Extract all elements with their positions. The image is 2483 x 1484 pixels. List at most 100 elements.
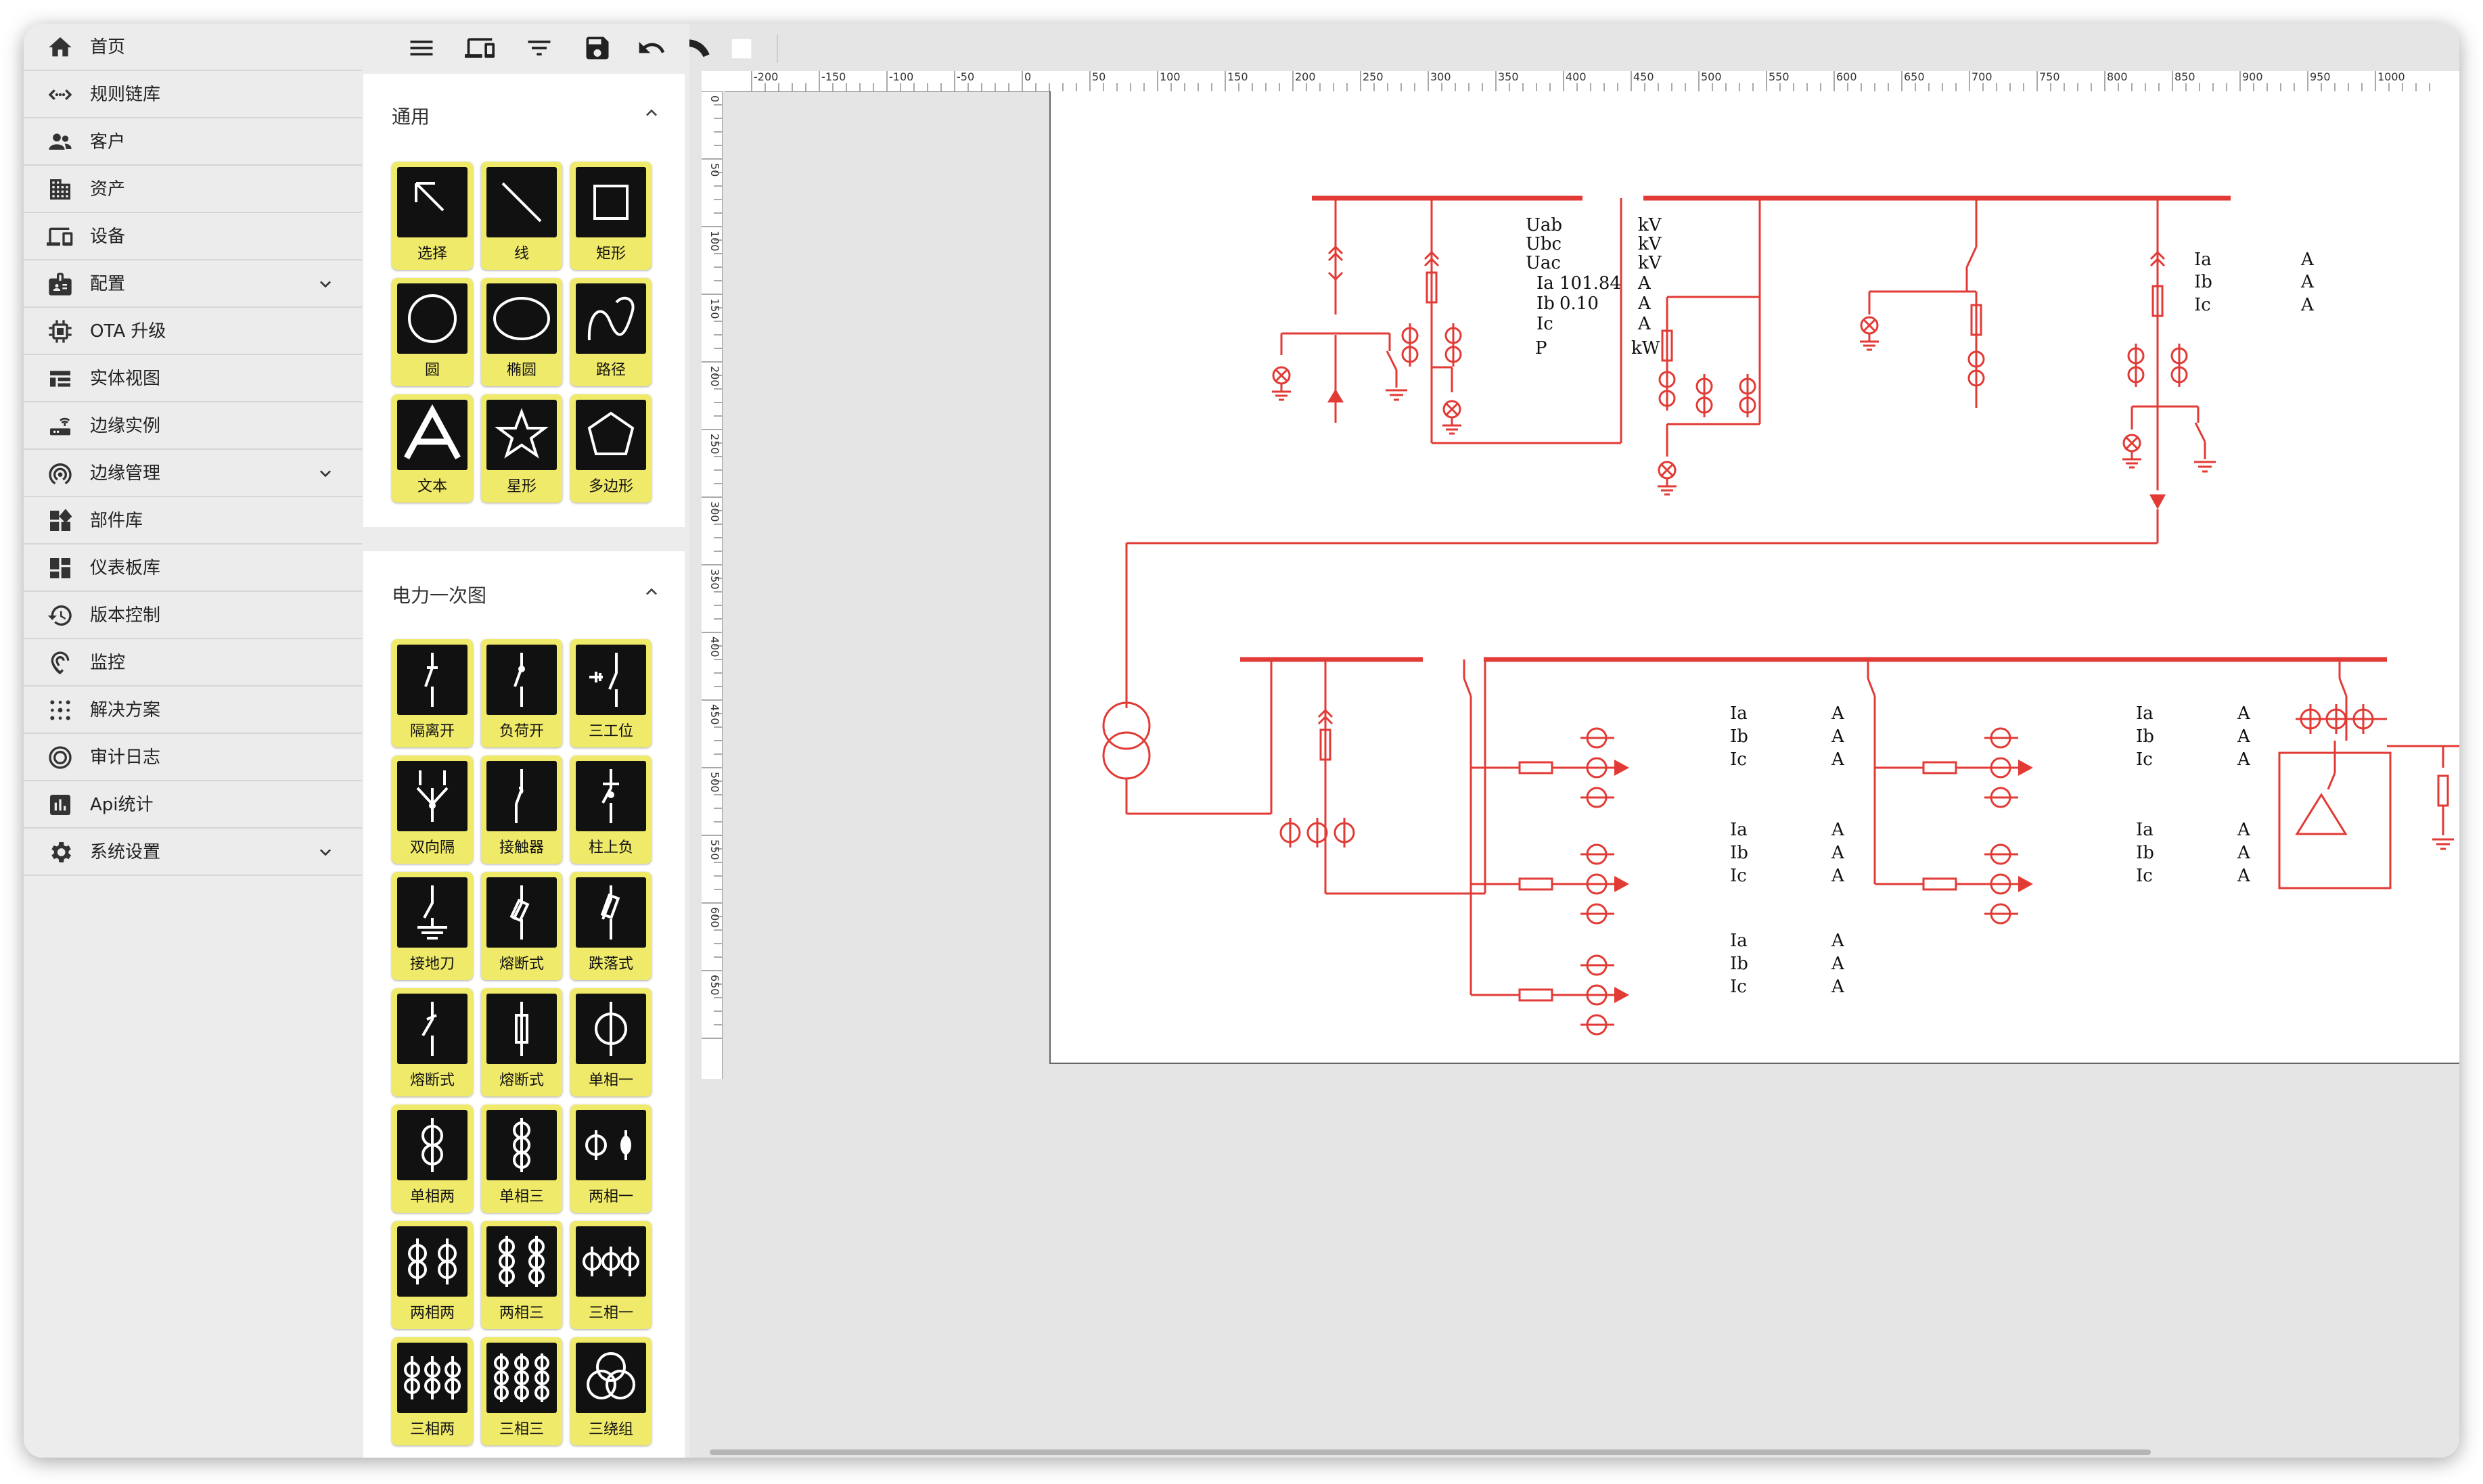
tool-contactor[interactable]: 接触器: [481, 756, 562, 864]
filter-icon[interactable]: [524, 33, 554, 63]
tool-two-phase-two-ct[interactable]: 两相两: [392, 1221, 473, 1329]
sidebar-item-12[interactable]: 仪表板库: [24, 544, 362, 592]
sidebar-item-6[interactable]: 配置: [24, 260, 362, 308]
three-phase-three-ct-icon: [494, 1353, 549, 1402]
tool-two-phase-three-ct[interactable]: 两相三: [481, 1221, 562, 1329]
undo-icon[interactable]: [637, 33, 666, 63]
bidirectional-isolator-icon: [416, 770, 449, 822]
feeder-unit: A: [2237, 843, 2251, 863]
ruler-tick-label: 300: [708, 501, 721, 522]
sidebar-item-11[interactable]: 部件库: [24, 497, 362, 544]
sidebar-item-3[interactable]: 客户: [24, 118, 362, 166]
feeder-unit: A: [2237, 820, 2251, 840]
tool-line[interactable]: 线: [481, 162, 562, 270]
tool-path[interactable]: 路径: [570, 278, 652, 386]
tool-polygon[interactable]: 多边形: [570, 394, 652, 503]
meter-unit: A: [1637, 273, 1651, 294]
sidebar-item-label: 系统设置: [90, 842, 161, 862]
tool-three-phase-three-ct[interactable]: 三相三: [481, 1337, 562, 1445]
tool-select-arrow[interactable]: 选择: [392, 162, 473, 270]
tool-rectangle[interactable]: 矩形: [570, 162, 652, 270]
tool-two-phase-one-ct[interactable]: 两相一: [570, 1105, 652, 1213]
ruler-tick-label: 200: [1295, 71, 1316, 83]
three-phase-one-ct-icon: [583, 1247, 639, 1276]
tool-circle[interactable]: 圆: [392, 278, 473, 386]
tool-load-switch[interactable]: 负荷开: [481, 639, 562, 747]
tool-label: 负荷开: [499, 723, 544, 740]
ruler-tick-label: 150: [1227, 71, 1248, 83]
tool-three-phase-two-ct[interactable]: 三相两: [392, 1337, 473, 1445]
sidebar-item-10[interactable]: 边缘管理: [24, 450, 362, 497]
tool-earthing-switch[interactable]: 接地刀: [392, 872, 473, 980]
canvas-scrollbar[interactable]: [710, 1450, 2151, 1455]
sidebar-item-14[interactable]: 监控: [24, 639, 362, 687]
tool-three-winding-transformer[interactable]: 三绕组: [570, 1337, 652, 1445]
ruler-tick-label: 250: [1363, 71, 1384, 83]
canvas-area[interactable]: -200 -150 -100 -50 0 50 100 150 200 250 300 350 400 4…: [689, 24, 2459, 1458]
sidebar-item-15[interactable]: 解决方案: [24, 687, 362, 734]
section-title-general: 通用: [392, 106, 430, 128]
tool-drop-out-fuse[interactable]: 跌落式: [570, 872, 652, 980]
sidebar-item-4[interactable]: 资产: [24, 166, 362, 213]
meter-unit: kW: [1631, 338, 1660, 358]
tool-three-position[interactable]: 三工位: [570, 639, 652, 747]
sidebar-item-2[interactable]: 规则链库: [24, 71, 362, 118]
tool-label: 接触器: [499, 839, 544, 856]
feeder-label: Ic: [2136, 749, 2153, 770]
sidebar-item-9[interactable]: 边缘实例: [24, 402, 362, 450]
tool-icon-box: [576, 877, 646, 948]
sidebar-item-1[interactable]: 首页: [24, 24, 362, 71]
tool-pole-load-switch[interactable]: 柱上负: [570, 756, 652, 864]
sidebar-item-17[interactable]: Api统计: [24, 781, 362, 829]
star-icon: [495, 408, 549, 459]
sidebar-item-13[interactable]: 版本控制: [24, 592, 362, 639]
ruler-tick-label: 900: [2242, 71, 2263, 83]
feeder-label: Ib: [1730, 954, 1748, 974]
tool-ellipse[interactable]: 椭圆: [481, 278, 562, 386]
sidebar-item-5[interactable]: 设备: [24, 213, 362, 260]
chevron-up-icon[interactable]: [641, 102, 662, 124]
tool-label: 熔断式: [499, 956, 544, 973]
tool-icon-box: [486, 1343, 557, 1413]
tool-single-phase-three-ct[interactable]: 单相三: [481, 1105, 562, 1213]
redo-icon[interactable]: [689, 39, 710, 57]
save-icon[interactable]: [583, 33, 612, 63]
feeder-unit: A: [2237, 866, 2251, 886]
rule-chain-icon: [48, 89, 72, 100]
color-swatch[interactable]: [731, 38, 752, 60]
ruler-tick-label: -150: [821, 71, 846, 83]
tool-palette: 通用 选择线矩形圆椭圆 路径 文本 星形 多边形 电力一次图 隔离开 负荷开 三工位 双向隔接…: [362, 24, 1025, 1458]
tool-single-phase-one-ct[interactable]: 单相一: [570, 988, 652, 1096]
chevron-up-icon[interactable]: [641, 581, 662, 603]
diagram-page[interactable]: Uab kV Ubc kV Uac kV Ia A 101.84 Ib A 0.10 Ic A PkW Ia A…: [1049, 91, 2459, 1064]
ruler-tick-label: 550: [708, 839, 721, 860]
chevron-down-icon[interactable]: [315, 463, 336, 484]
single-line-diagram[interactable]: Uab kVUbc kVUac kVIa A101.84Ib A0.10Ic AP kWIa A…: [1051, 91, 2459, 1064]
menu-icon[interactable]: [407, 33, 436, 63]
tool-text[interactable]: 文本: [392, 394, 473, 503]
tool-fuse-switch-3[interactable]: 熔断式: [481, 988, 562, 1096]
power-diagram-panel: 电力一次图 隔离开 负荷开 三工位 双向隔 接触器 柱上负 接地刀 熔断式 跌落式 熔断式 熔断式单…: [363, 551, 685, 1458]
feeder-label: Ic: [1730, 977, 1747, 997]
edge-antenna-icon: [49, 463, 72, 485]
tool-bidirectional-isolator[interactable]: 双向隔: [392, 756, 473, 864]
chevron-down-icon[interactable]: [315, 841, 336, 863]
chevron-down-icon[interactable]: [315, 273, 336, 295]
tool-single-phase-two-ct[interactable]: 单相两: [392, 1105, 473, 1213]
tool-isolator-switch[interactable]: 隔离开: [392, 639, 473, 747]
devices-view-icon[interactable]: [465, 33, 495, 63]
feeder-unit: A: [1831, 954, 1845, 974]
tool-star[interactable]: 星形: [481, 394, 562, 503]
sidebar-item-18[interactable]: 系统设置: [24, 829, 362, 876]
ruler-tick-label: 450: [708, 704, 721, 725]
sidebar-item-16[interactable]: 审计日志: [24, 734, 362, 781]
sidebar-item-7[interactable]: OTA 升级: [24, 308, 362, 355]
single-phase-one-ct-icon: [595, 1002, 627, 1056]
tool-fuse-switch-2[interactable]: 熔断式: [392, 988, 473, 1096]
ruler-tick-label: 550: [1769, 71, 1790, 83]
tool-fuse-switch[interactable]: 熔断式: [481, 872, 562, 980]
ruler-tick-label: 50: [1092, 71, 1106, 83]
tool-three-phase-one-ct[interactable]: 三相一: [570, 1221, 652, 1329]
tool-icon-box: [486, 645, 557, 715]
sidebar-item-8[interactable]: 实体视图: [24, 355, 362, 402]
